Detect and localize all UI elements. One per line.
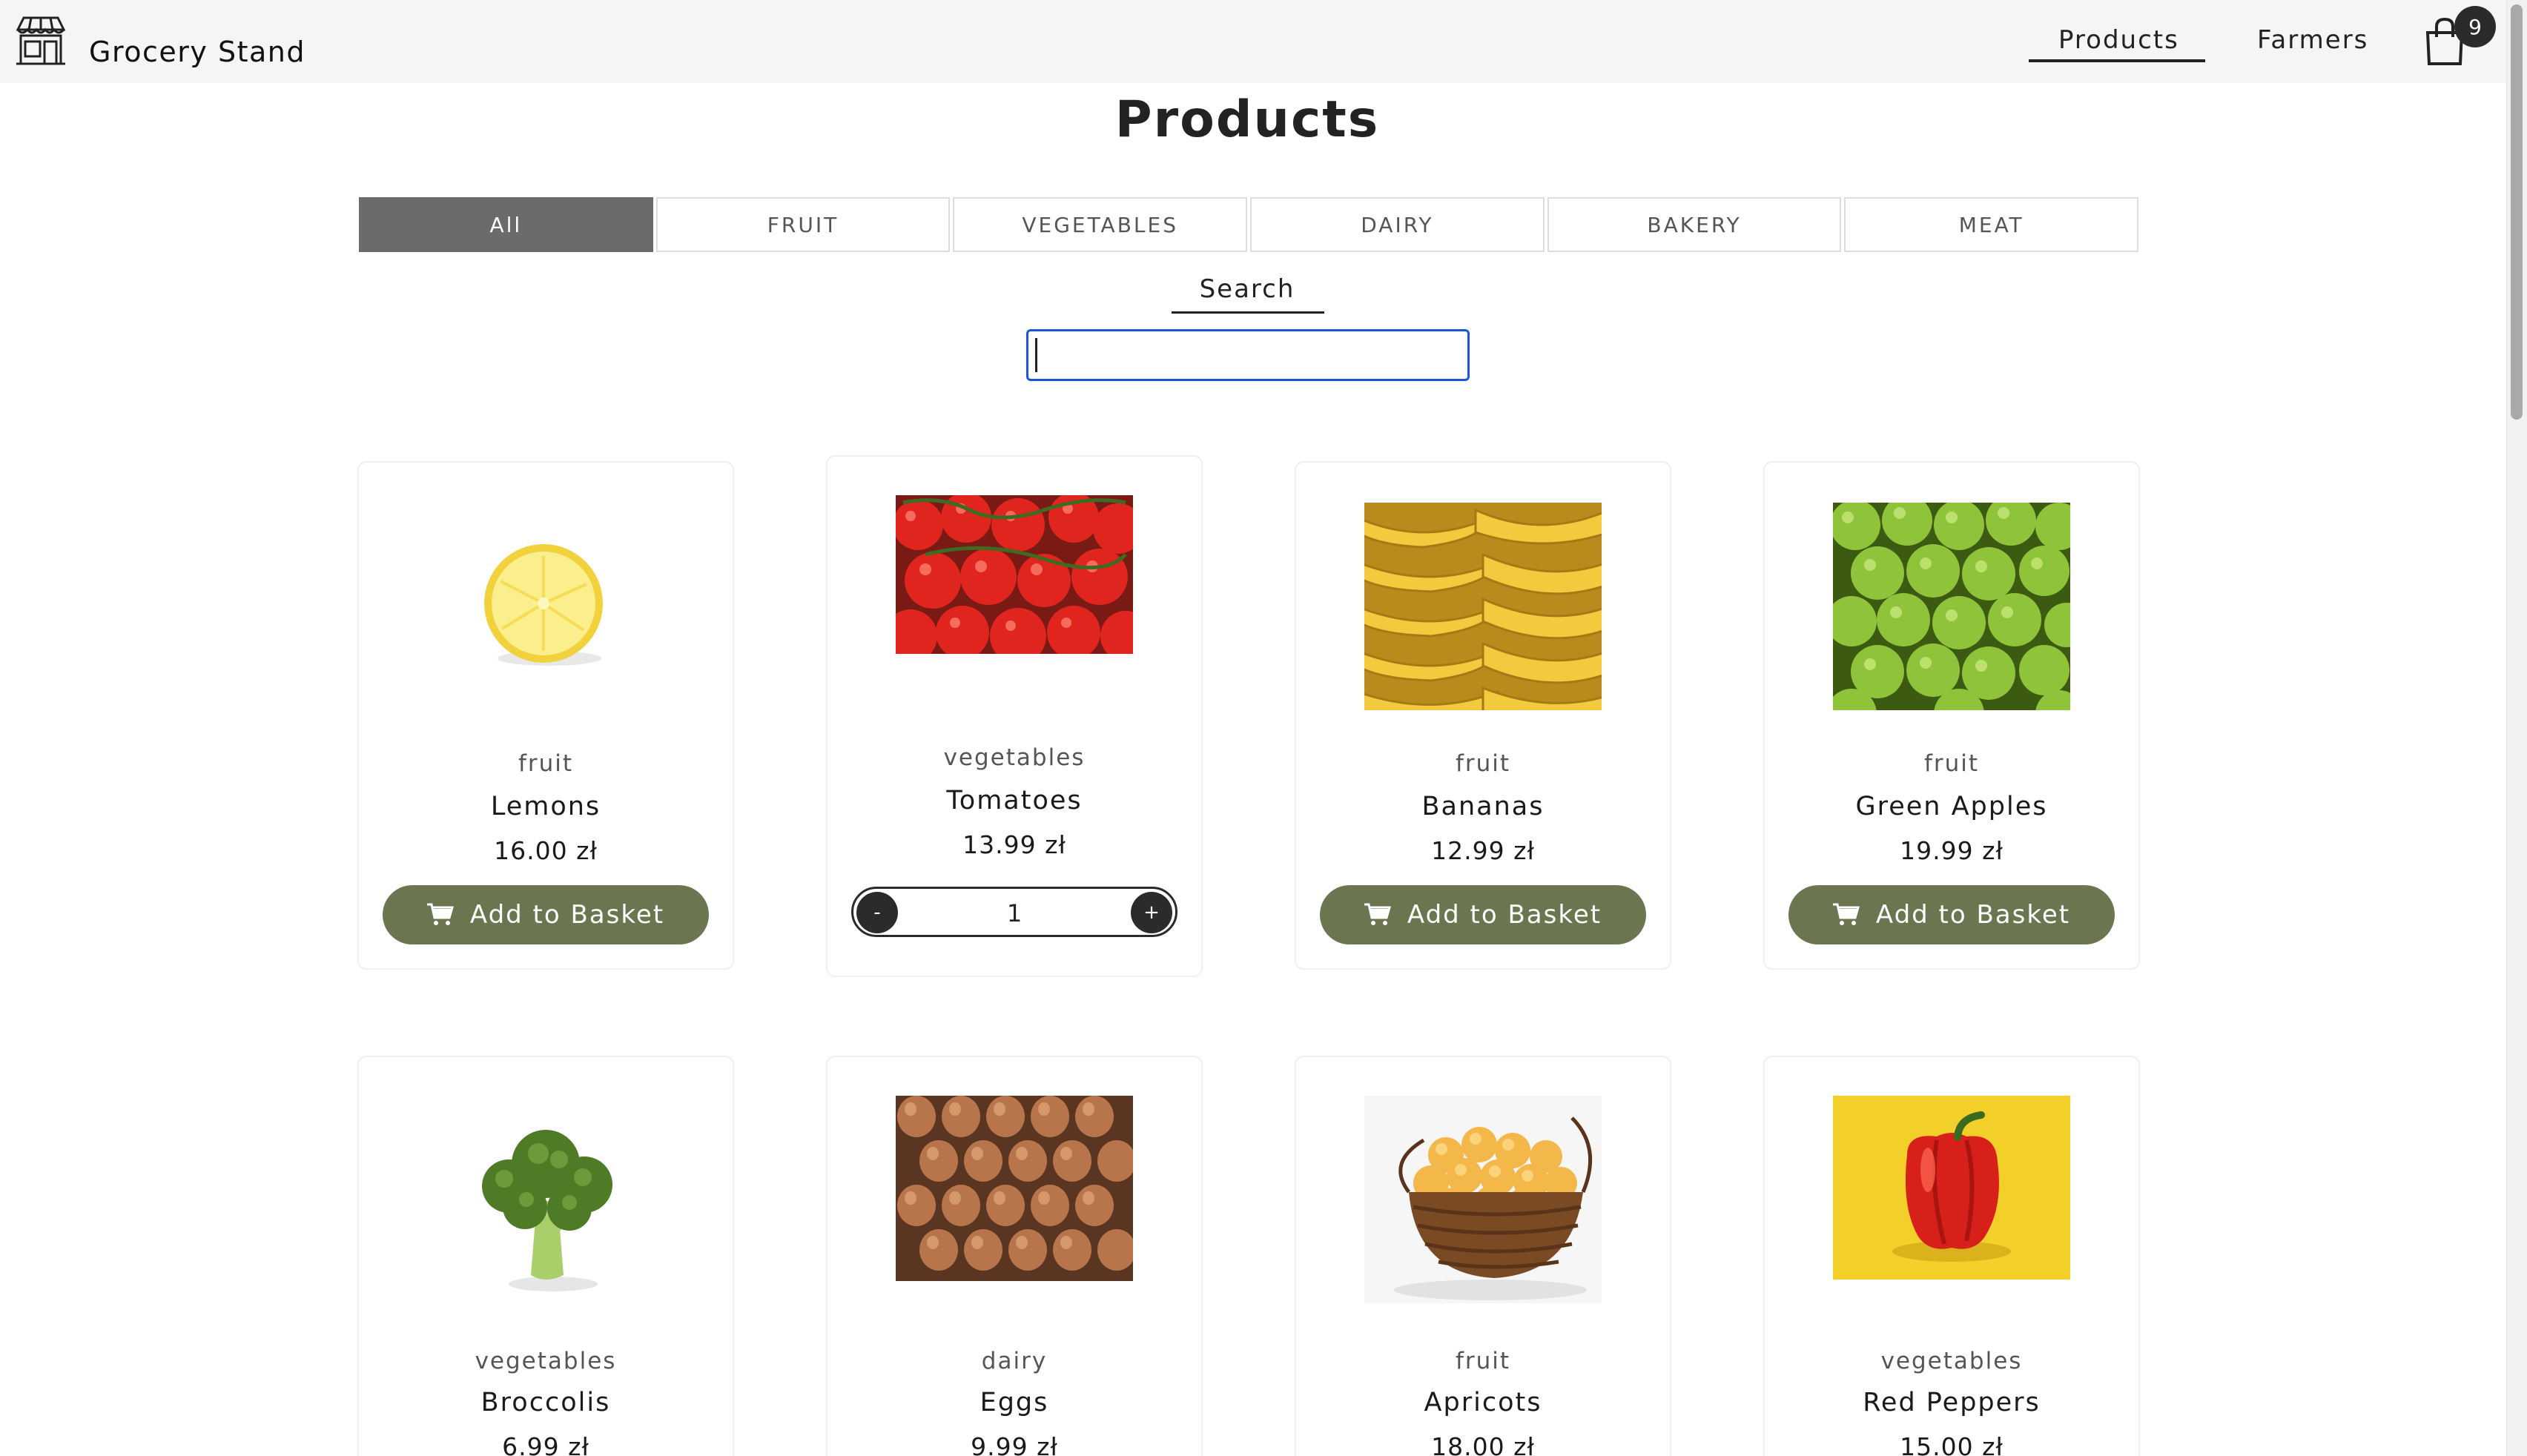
product-category: dairy (981, 1348, 1048, 1374)
scrollbar-thumb[interactable] (2511, 4, 2523, 420)
product-price: 19.99 zł (1900, 836, 2004, 865)
nav-products[interactable]: Products (2058, 25, 2179, 55)
cart-icon (426, 903, 454, 925)
product-category: fruit (1455, 750, 1511, 777)
product-category: fruit (1455, 1348, 1511, 1374)
tab-fruit[interactable]: FRUIT (655, 197, 951, 252)
broccoli-image (482, 1130, 612, 1291)
search-label-underline (1172, 311, 1324, 314)
add-to-basket-button[interactable]: Add to Basket (383, 885, 709, 944)
search-label: Search (1199, 274, 1295, 304)
product-name: Broccolis (480, 1388, 611, 1417)
tab-dairy[interactable]: DAIRY (1250, 197, 1545, 252)
product-card-lemons: fruit Lemons 16.00 zł Add to Basket (357, 461, 734, 970)
product-name: Eggs (980, 1388, 1049, 1417)
cart-icon (1832, 903, 1860, 925)
tab-vegetables[interactable]: VEGETABLES (953, 197, 1248, 252)
product-price: 18.00 zł (1431, 1432, 1535, 1456)
product-card-eggs: dairy Eggs 9.99 zł (826, 1056, 1203, 1456)
nav-farmers[interactable]: Farmers (2257, 25, 2368, 55)
product-name: Bananas (1421, 792, 1545, 821)
product-price: 16.00 zł (494, 836, 598, 865)
product-price: 12.99 zł (1431, 836, 1535, 865)
text-caret (1035, 338, 1037, 372)
product-name: Red Peppers (1863, 1388, 2041, 1417)
product-category: fruit (1923, 750, 1980, 777)
store-icon[interactable] (13, 13, 68, 68)
tab-bakery[interactable]: BAKERY (1547, 197, 1842, 252)
product-card-tomatoes: vegetables Tomatoes 13.99 zł - 1 + (826, 455, 1203, 977)
product-category: vegetables (1880, 1348, 2023, 1374)
product-category: vegetables (475, 1348, 617, 1374)
eggs-image (896, 1096, 1133, 1281)
top-navbar: Grocery Stand Products Farmers 9 (0, 0, 2506, 83)
tomatoes-image (896, 495, 1133, 654)
product-name: Tomatoes (946, 786, 1083, 815)
increase-quantity-button[interactable]: + (1131, 892, 1172, 933)
bananas-image (1364, 503, 1602, 710)
product-name: Apricots (1424, 1388, 1542, 1417)
quantity-value[interactable]: 1 (853, 899, 1175, 927)
product-card-broccolis: vegetables Broccolis 6.99 zł (357, 1056, 734, 1456)
product-card-bananas: fruit Bananas 12.99 zł Add to Basket (1295, 461, 1671, 970)
add-to-basket-button[interactable]: Add to Basket (1788, 885, 2115, 944)
product-category: vegetables (943, 744, 1086, 771)
product-price: 9.99 zł (971, 1432, 1058, 1456)
product-price: 15.00 zł (1900, 1432, 2004, 1456)
product-price: 13.99 zł (962, 830, 1066, 859)
cart-count-badge[interactable]: 9 (2454, 6, 2496, 47)
category-tabs: All FRUIT VEGETABLES DAIRY BAKERY MEAT (359, 197, 2139, 252)
product-category: fruit (518, 750, 574, 777)
quantity-stepper: - 1 + (851, 887, 1177, 937)
tab-meat[interactable]: MEAT (1844, 197, 2139, 252)
apricots-image (1364, 1096, 1602, 1303)
nav-active-underline (2029, 59, 2205, 62)
add-to-basket-label: Add to Basket (1407, 900, 1602, 930)
tab-all[interactable]: All (359, 197, 653, 252)
product-name: Lemons (490, 792, 601, 821)
add-to-basket-button[interactable]: Add to Basket (1320, 885, 1646, 944)
add-to-basket-label: Add to Basket (469, 900, 665, 930)
page-title: Products (1114, 90, 1380, 149)
red-pepper-image (1833, 1096, 2070, 1280)
product-name: Green Apples (1855, 792, 2048, 821)
cart-icon (1364, 903, 1391, 925)
green-apples-image (1833, 503, 2070, 710)
add-to-basket-label: Add to Basket (1875, 900, 2071, 930)
product-card-apricots: fruit Apricots 18.00 zł (1295, 1056, 1671, 1456)
product-price: 6.99 zł (502, 1432, 589, 1456)
product-card-red-peppers: vegetables Red Peppers 15.00 zł (1763, 1056, 2140, 1456)
product-card-green-apples: fruit Green Apples 19.99 zł Add to Baske… (1763, 461, 2140, 970)
brand-name[interactable]: Grocery Stand (89, 36, 305, 68)
search-input[interactable] (1026, 329, 1470, 381)
lemon-image (484, 544, 603, 666)
